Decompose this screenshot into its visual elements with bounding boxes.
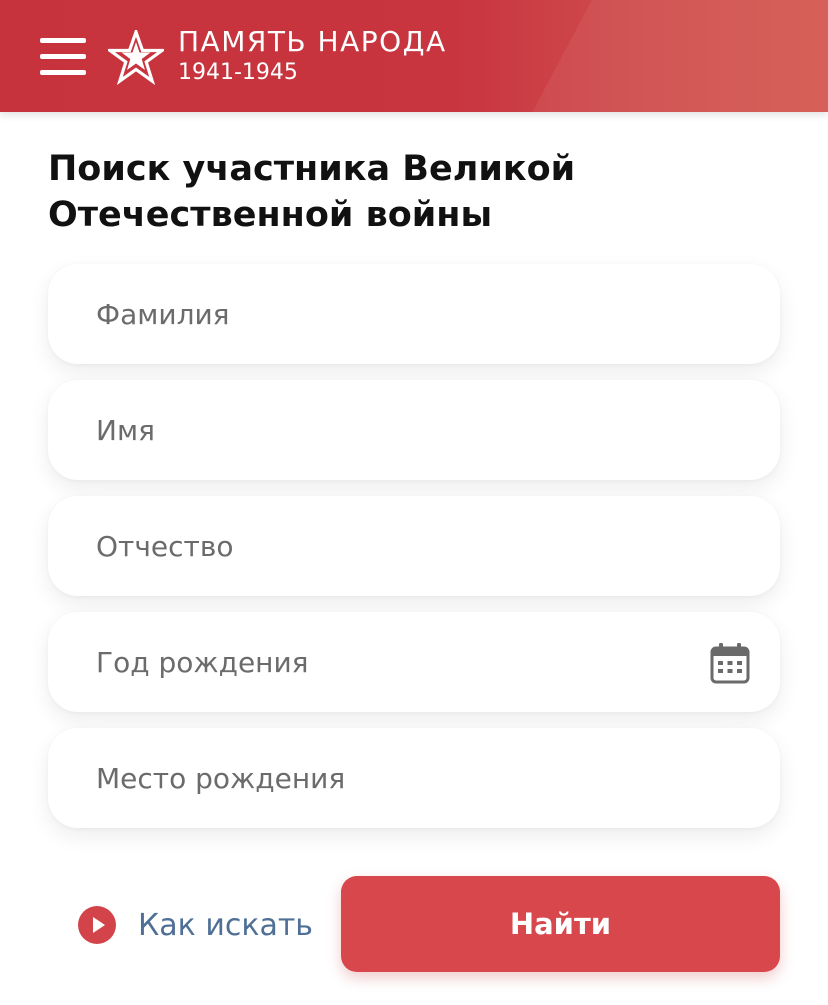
star-logo-icon <box>108 30 164 86</box>
play-icon <box>78 906 116 944</box>
patronymic-field-container <box>48 496 780 596</box>
brand-years: 1941-1945 <box>178 60 298 85</box>
birth-year-field-container <box>48 612 780 712</box>
brand-logo[interactable]: ПАМЯТЬ НАРОДА 1941-1945 <box>178 26 447 86</box>
how-to-search-link[interactable]: Как искать <box>78 902 313 948</box>
calendar-icon[interactable] <box>710 642 750 684</box>
surname-input[interactable] <box>48 264 780 364</box>
app-header: ПАМЯТЬ НАРОДА 1941-1945 <box>0 0 828 112</box>
firstname-input[interactable] <box>48 380 780 480</box>
firstname-field-container <box>48 380 780 480</box>
brand-title: ПАМЯТЬ НАРОДА <box>178 25 447 58</box>
how-to-search-label: Как искать <box>138 907 313 943</box>
patronymic-input[interactable] <box>48 496 780 596</box>
surname-field-container <box>48 264 780 364</box>
birthplace-field-container <box>48 728 780 828</box>
page-title-line1: Поиск участника Великой <box>48 149 576 189</box>
page-title-line2: Отечественной войны <box>48 195 493 235</box>
birthplace-input[interactable] <box>48 728 780 828</box>
search-button[interactable]: Найти <box>341 876 780 972</box>
birth-year-input[interactable] <box>48 612 780 712</box>
page-title: Поиск участника Великой Отечественной во… <box>48 146 788 238</box>
hamburger-menu-icon[interactable] <box>38 38 88 76</box>
header-decoration <box>517 0 828 112</box>
